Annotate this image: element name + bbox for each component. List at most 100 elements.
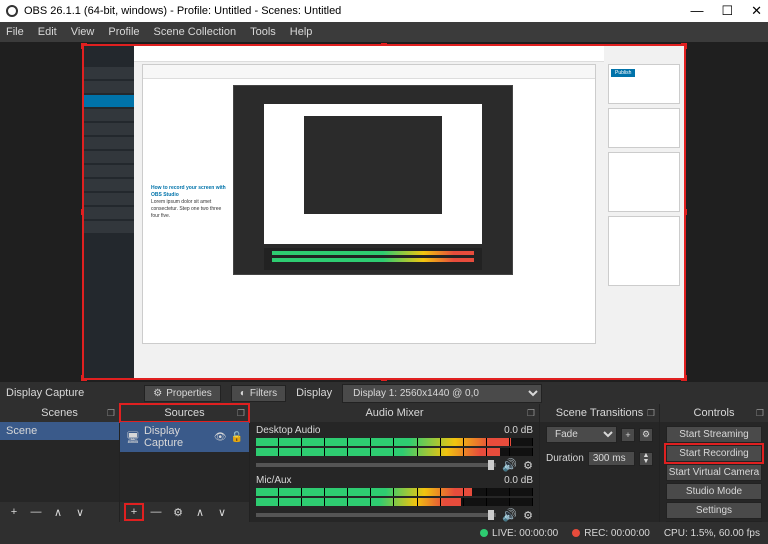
- wp-editor-area: How to record your screen with OBS Studi…: [134, 46, 604, 378]
- window-titlebar: OBS 26.1.1 (64-bit, windows) - Profile: …: [0, 0, 768, 22]
- docks-row: Scenes ❐ Scene + — ∧ ∨ Sources ❐ 🖥 Displ…: [0, 404, 768, 522]
- source-properties-button[interactable]: ⚙: [170, 505, 186, 519]
- source-item[interactable]: 🖥 Display Capture 👁 🔓: [120, 422, 249, 452]
- menu-file[interactable]: File: [6, 26, 24, 38]
- audio-mixer-dock: Audio Mixer ❐ Desktop Audio0.0 dB🔊⚙Mic/A…: [250, 404, 540, 522]
- channel-name: Desktop Audio: [256, 425, 321, 436]
- filters-button[interactable]: ◐ Filters: [231, 385, 286, 402]
- sources-title: Sources: [164, 407, 204, 419]
- obs-logo-icon: [6, 5, 18, 17]
- nested-obs-window: [233, 85, 513, 275]
- popout-icon[interactable]: ❐: [107, 408, 115, 419]
- sources-dock: Sources ❐ 🖥 Display Capture 👁 🔓 + — ⚙ ∧ …: [120, 404, 250, 522]
- status-bar: LIVE: 00:00:00 REC: 00:00:00 CPU: 1.5%, …: [0, 522, 768, 544]
- transition-add-button[interactable]: +: [621, 428, 635, 442]
- transition-settings-button[interactable]: ⚙: [639, 428, 653, 442]
- mute-button[interactable]: 🔊: [502, 458, 517, 472]
- settings-button[interactable]: Settings: [666, 502, 762, 519]
- channel-settings-button[interactable]: ⚙: [523, 459, 533, 472]
- volume-slider[interactable]: [256, 463, 496, 467]
- source-toolbar: Display Capture ⚙ Properties ◐ Filters D…: [0, 382, 768, 404]
- mixer-title: Audio Mixer: [365, 407, 423, 419]
- mixer-channel: Desktop Audio 0.0 dB 🔊 ⚙: [250, 422, 539, 472]
- popout-icon[interactable]: ❐: [237, 408, 245, 419]
- duration-stepper[interactable]: ▲▼: [639, 452, 653, 466]
- rec-status: REC: 00:00:00: [572, 528, 650, 539]
- menu-scene-collection[interactable]: Scene Collection: [154, 26, 237, 38]
- scene-down-button[interactable]: ∨: [72, 505, 88, 519]
- live-indicator-icon: [480, 529, 488, 537]
- source-down-button[interactable]: ∨: [214, 505, 230, 519]
- properties-label: Properties: [166, 388, 212, 399]
- source-up-button[interactable]: ∧: [192, 505, 208, 519]
- controls-header[interactable]: Controls ❐: [660, 404, 768, 422]
- transitions-dock: Scene Transitions ❐ Fade + ⚙ Duration ▲▼: [540, 404, 660, 522]
- start-recording-button[interactable]: Start Recording: [666, 445, 762, 462]
- popout-icon[interactable]: ❐: [647, 408, 655, 419]
- scenes-title: Scenes: [41, 407, 78, 419]
- menu-edit[interactable]: Edit: [38, 26, 57, 38]
- audio-meter: [256, 488, 533, 496]
- studio-mode-button[interactable]: Studio Mode: [666, 483, 762, 500]
- source-remove-button[interactable]: —: [148, 505, 164, 519]
- popout-icon[interactable]: ❐: [527, 408, 535, 419]
- start-virtual-camera-button[interactable]: Start Virtual Camera: [666, 464, 762, 481]
- exit-button[interactable]: Exit: [666, 521, 762, 522]
- scenes-header[interactable]: Scenes ❐: [0, 404, 119, 422]
- display-label: Display: [296, 387, 332, 399]
- controls-dock: Controls ❐ Start Streaming Start Recordi…: [660, 404, 768, 522]
- sources-header[interactable]: Sources ❐: [120, 404, 249, 422]
- scene-remove-button[interactable]: —: [28, 505, 44, 519]
- cpu-status: CPU: 1.5%, 60.00 fps: [664, 528, 760, 539]
- scene-item[interactable]: Scene: [0, 422, 119, 440]
- start-streaming-button[interactable]: Start Streaming: [666, 426, 762, 443]
- duration-label: Duration: [546, 453, 584, 464]
- menu-bar: File Edit View Profile Scene Collection …: [0, 22, 768, 42]
- mute-button[interactable]: 🔊: [502, 508, 517, 522]
- source-item-label: Display Capture: [144, 425, 210, 449]
- transitions-title: Scene Transitions: [556, 407, 643, 419]
- volume-slider[interactable]: [256, 513, 496, 517]
- window-title: OBS 26.1.1 (64-bit, windows) - Profile: …: [24, 5, 341, 17]
- scene-up-button[interactable]: ∧: [50, 505, 66, 519]
- menu-profile[interactable]: Profile: [108, 26, 139, 38]
- audio-meter: [256, 448, 533, 456]
- wp-publish-button: Publish: [611, 69, 635, 77]
- mixer-channel: Mic/Aux 0.0 dB 🔊 ⚙: [250, 472, 539, 522]
- duration-input[interactable]: [588, 451, 635, 466]
- display-select[interactable]: Display 1: 2560x1440 @ 0,0: [342, 384, 542, 403]
- channel-level: 0.0 dB: [504, 425, 533, 436]
- live-status: LIVE: 00:00:00: [480, 528, 558, 539]
- channel-settings-button[interactable]: ⚙: [523, 509, 533, 522]
- properties-button[interactable]: ⚙ Properties: [144, 385, 221, 402]
- controls-title: Controls: [694, 407, 735, 419]
- scenes-dock: Scenes ❐ Scene + — ∧ ∨: [0, 404, 120, 522]
- channel-level: 0.0 dB: [504, 475, 533, 486]
- window-minimize-button[interactable]: —: [690, 3, 703, 19]
- scene-add-button[interactable]: +: [6, 505, 22, 519]
- wp-admin-sidebar: [84, 46, 134, 378]
- filters-label: Filters: [250, 388, 277, 399]
- source-add-button[interactable]: +: [126, 505, 142, 519]
- filters-icon: ◐: [240, 388, 246, 399]
- preview-source-frame[interactable]: How to record your screen with OBS Studi…: [84, 46, 684, 378]
- menu-help[interactable]: Help: [290, 26, 313, 38]
- transitions-header[interactable]: Scene Transitions ❐: [540, 404, 659, 422]
- menu-tools[interactable]: Tools: [250, 26, 276, 38]
- audio-meter: [256, 498, 533, 506]
- preview-captured-screen: How to record your screen with OBS Studi…: [84, 46, 684, 378]
- transition-type-select[interactable]: Fade: [546, 426, 617, 443]
- lock-toggle-icon[interactable]: 🔓: [231, 432, 243, 443]
- window-close-button[interactable]: ✕: [751, 3, 762, 19]
- channel-name: Mic/Aux: [256, 475, 292, 486]
- wp-sidebar-panels: Publish: [604, 46, 684, 378]
- selected-source-label: Display Capture: [6, 387, 84, 399]
- visibility-toggle-icon[interactable]: 👁: [214, 432, 227, 443]
- preview-area[interactable]: How to record your screen with OBS Studi…: [0, 42, 768, 382]
- mixer-header[interactable]: Audio Mixer ❐: [250, 404, 539, 422]
- menu-view[interactable]: View: [71, 26, 95, 38]
- gear-icon: ⚙: [153, 388, 162, 399]
- window-maximize-button[interactable]: ☐: [721, 3, 733, 19]
- audio-meter: [256, 438, 533, 446]
- popout-icon[interactable]: ❐: [756, 408, 764, 419]
